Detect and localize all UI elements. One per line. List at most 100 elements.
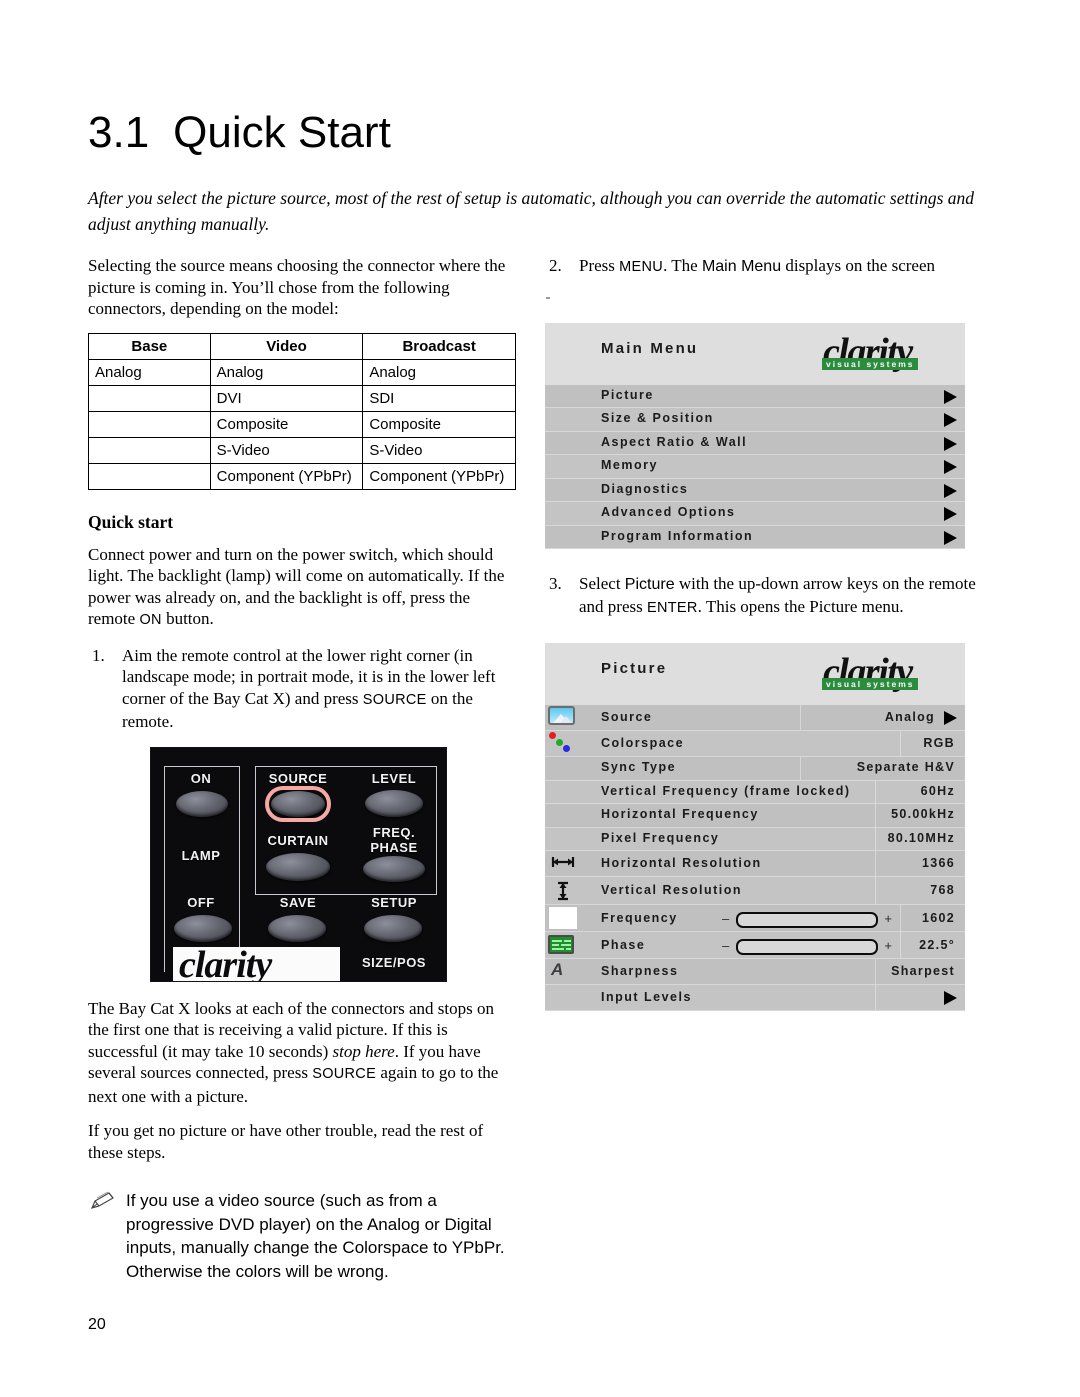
picture-row-frequency[interactable]: Frequency – + 1602 [545, 905, 965, 932]
picture-row-input-levels[interactable]: Input Levels [545, 985, 965, 1011]
picture-row-sync-type[interactable]: Sync Type Separate H&V [545, 757, 965, 781]
table-cell: DVI [209, 384, 364, 412]
menu-item-size-position[interactable]: Size & Position [545, 408, 965, 432]
chevron-right-icon [944, 413, 957, 427]
picture-row-value: 22.5° [919, 938, 955, 952]
left-column: Selecting the source means choosing the … [88, 255, 516, 1283]
menu-item-diagnostics[interactable]: Diagnostics [545, 478, 965, 502]
phase-slider[interactable]: – + [722, 937, 892, 955]
table-cell: S-Video [209, 436, 364, 464]
menu-item-program-information[interactable]: Program Information [545, 525, 965, 549]
menu-item-picture[interactable]: Picture [545, 384, 965, 408]
remote-brand-text: clarity [179, 946, 272, 982]
clarity-logo-tagline: visual systems [822, 678, 919, 690]
picture-row-vertical-resolution[interactable]: Vertical Resolution 768 [545, 877, 965, 905]
frequency-icon [549, 907, 577, 929]
remote-label-save: SAVE [279, 894, 317, 910]
source-button-reference: SOURCE [362, 691, 427, 708]
picture-row-sharpness[interactable]: A Sharpness Sharpest [545, 959, 965, 985]
slider-track[interactable] [736, 912, 878, 928]
osd-main-menu: Main Menu clarity visual systems Picture… [545, 322, 965, 549]
table-cell [88, 462, 211, 490]
frequency-slider[interactable]: – + [722, 910, 892, 928]
menu-item-aspect-ratio-wall[interactable]: Aspect Ratio & Wall [545, 431, 965, 455]
connector-table: Base Video Broadcast Analog Analog Analo… [88, 332, 516, 490]
step2-text-b: . The [663, 256, 702, 275]
osd-main-menu-title: Main Menu [601, 339, 699, 357]
section-title: Quick Start [173, 108, 391, 157]
picture-row-value: 60Hz [920, 783, 955, 798]
picture-row-source[interactable]: Source Analog [545, 705, 965, 731]
remote-button-off[interactable] [174, 914, 232, 942]
remote-button-freq-phase[interactable] [363, 855, 425, 882]
menu-button-reference: MENU [619, 259, 664, 275]
note-text: If you use a video source (such as from … [126, 1191, 505, 1281]
quick-start-subheading: Quick start [88, 511, 174, 532]
chevron-right-icon [944, 389, 957, 404]
column-divider [900, 731, 901, 756]
picture-row-value: 80.10MHz [887, 830, 955, 845]
remote-button-setup[interactable] [364, 914, 422, 942]
menu-item-memory[interactable]: Memory [545, 455, 965, 479]
column-divider [900, 905, 901, 931]
picture-row-horizontal-resolution[interactable]: Horizontal Resolution 1366 [545, 851, 965, 877]
picture-row-vertical-frequency[interactable]: Vertical Frequency (frame locked) 60Hz [545, 780, 965, 804]
picture-row-label: Horizontal Resolution [601, 856, 762, 870]
phase-icon [548, 935, 574, 954]
remote-button-level[interactable] [365, 789, 423, 817]
menu-item-label: Aspect Ratio & Wall [601, 434, 748, 449]
chevron-right-icon [944, 483, 957, 498]
picture-row-colorspace[interactable]: Colorspace RGB [545, 731, 965, 757]
menu-item-advanced-options[interactable]: Advanced Options [545, 502, 965, 526]
picture-row-label: Horizontal Frequency [601, 807, 759, 821]
picture-row-value: Analog [884, 710, 935, 724]
remote-button-save[interactable] [268, 914, 326, 942]
table-cell: Analog [362, 358, 516, 386]
trouble-paragraph: If you get no picture or have other trou… [88, 1121, 484, 1162]
section-number: 3.1 [88, 108, 150, 157]
step3-text-a: Select [579, 574, 625, 593]
steps-list-right-2: 2. Press MENU. The Main Menu displays on … [545, 255, 980, 279]
slider-minus-label[interactable]: – [722, 911, 729, 926]
table-cell [88, 384, 211, 412]
step-marker: 1. [92, 645, 105, 665]
picture-row-value: Separate H&V [856, 760, 955, 774]
remote-button-curtain[interactable] [266, 852, 330, 881]
picture-row-label: Colorspace [601, 736, 685, 750]
picture-reference: Picture [624, 576, 675, 593]
colorspace-icon [547, 731, 577, 753]
enter-button-reference: ENTER [646, 599, 698, 616]
clarity-logo: clarity visual systems [817, 651, 957, 699]
right-column: 2. Press MENU. The Main Menu displays on … [545, 255, 980, 1011]
picture-row-value: 1366 [921, 856, 955, 870]
picture-row-label: Vertical Resolution [601, 883, 743, 897]
table-header-broadcast: Broadcast [362, 332, 516, 360]
osd-main-menu-header: Main Menu clarity visual systems [545, 322, 965, 385]
remote-label-curtain: CURTAIN [267, 832, 329, 848]
remote-label-phase: PHASE [370, 839, 418, 855]
slider-minus-label[interactable]: – [722, 938, 729, 953]
menu-item-label: Advanced Options [601, 505, 736, 519]
slider-plus-label[interactable]: + [884, 938, 892, 953]
column-divider [800, 705, 801, 730]
picture-row-label: Sync Type [601, 760, 677, 774]
sharpness-icon: A [551, 960, 564, 979]
list-item: 3. Select Picture with the up-down arrow … [545, 573, 980, 619]
remote-button-on[interactable] [176, 790, 228, 817]
slider-track[interactable] [736, 939, 878, 955]
document-page: 3.1 Quick Start After you select the pict… [0, 0, 1080, 1397]
chevron-right-icon [944, 991, 957, 1005]
picture-row-phase[interactable]: Phase – + 22.5° [545, 932, 965, 959]
menu-item-label: Picture [601, 387, 654, 402]
picture-row-value: 1602 [921, 911, 955, 925]
step3-text-c: . This opens the Picture menu. [697, 596, 904, 616]
remote-label-on: ON [190, 770, 212, 786]
slider-plus-label[interactable]: + [884, 911, 892, 926]
table-cell: SDI [362, 384, 516, 412]
table-row: Component (YPbPr) Component (YPbPr) [88, 462, 516, 490]
remote-label-level: LEVEL [371, 770, 417, 786]
picture-row-horizontal-frequency[interactable]: Horizontal Frequency 50.00kHz [545, 804, 965, 828]
picture-row-label: Source [601, 710, 653, 724]
picture-row-pixel-frequency[interactable]: Pixel Frequency 80.10MHz [545, 827, 965, 851]
column-divider [900, 932, 901, 958]
